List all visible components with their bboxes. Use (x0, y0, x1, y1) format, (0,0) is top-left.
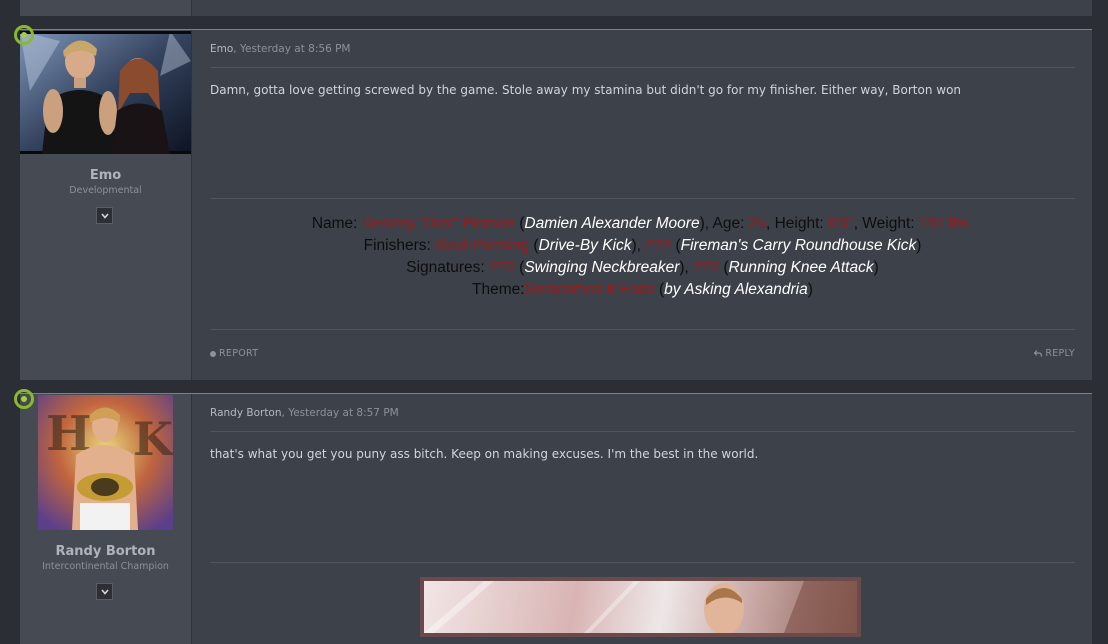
post-meta: Emo, Yesterday at 8:56 PM (210, 43, 351, 55)
signature-divider (210, 198, 1075, 199)
online-indicator-icon (14, 389, 34, 409)
username[interactable]: Emo (20, 168, 191, 183)
signature-line-finishers: Finishers: Skull Piersing (Drive-By Kick… (363, 237, 922, 254)
avatar[interactable]: H K (38, 395, 173, 530)
chevron-down-icon (100, 588, 109, 595)
post-meta: Randy Borton, Yesterday at 8:57 PM (210, 407, 399, 419)
post-message: that's what you get you puny ass bitch. … (210, 447, 759, 461)
previous-post-tail (20, 0, 1092, 16)
report-label: REPORT (219, 348, 259, 359)
chevron-down-icon (100, 212, 109, 219)
online-indicator-icon (14, 25, 34, 45)
user-extra-toggle[interactable] (96, 207, 113, 224)
post-timestamp[interactable]: Yesterday at 8:56 PM (240, 43, 351, 55)
reply-label: REPLY (1045, 348, 1075, 359)
user-title: Intercontinental Champion (42, 561, 169, 572)
divider (210, 329, 1075, 330)
post: Emo Developmental Emo, Yesterday at 8:56… (14, 25, 1092, 380)
signature-banner-image (420, 577, 861, 637)
divider (210, 67, 1075, 68)
username[interactable]: Randy Borton (20, 544, 191, 559)
user-title: Developmental (69, 185, 142, 196)
post-author-link[interactable]: Randy Borton (210, 407, 282, 419)
post: H K Randy Borton Intercontinental Champi… (14, 389, 1092, 644)
post-content: Randy Borton, Yesterday at 8:57 PM that'… (210, 394, 1075, 644)
report-button[interactable]: REPORT (210, 348, 258, 359)
reply-button[interactable]: REPLY (1034, 348, 1075, 359)
signature-line-name: Name: Destery "Des" Pierson (Damien Alex… (311, 215, 974, 232)
report-icon (210, 350, 216, 357)
signature-line-theme: Theme:Sometimes It Ends (by Asking Alexa… (472, 281, 813, 298)
signature-divider (210, 562, 1075, 563)
post-author-sidebar: Emo Developmental (20, 30, 192, 380)
reply-icon (1034, 350, 1043, 357)
theme-song-link[interactable]: Sometimes It Ends (525, 281, 655, 298)
post-message: Damn, gotta love getting screwed by the … (210, 83, 962, 97)
post-timestamp[interactable]: Yesterday at 8:57 PM (288, 407, 399, 419)
divider (210, 431, 1075, 432)
signature-line-signatures: Signatures: ??? (Swinging Neckbreaker), … (406, 259, 879, 276)
signature: Name: Destery "Des" Pierson (Damien Alex… (210, 213, 1075, 301)
avatar[interactable] (20, 31, 191, 154)
svg-text:K: K (133, 412, 173, 466)
post-author-link[interactable]: Emo (210, 43, 233, 55)
post-author-sidebar: H K Randy Borton Intercontinental Champi… (20, 394, 192, 644)
user-extra-toggle[interactable] (96, 583, 113, 600)
post-content: Emo, Yesterday at 8:56 PM Damn, gotta lo… (210, 30, 1075, 380)
